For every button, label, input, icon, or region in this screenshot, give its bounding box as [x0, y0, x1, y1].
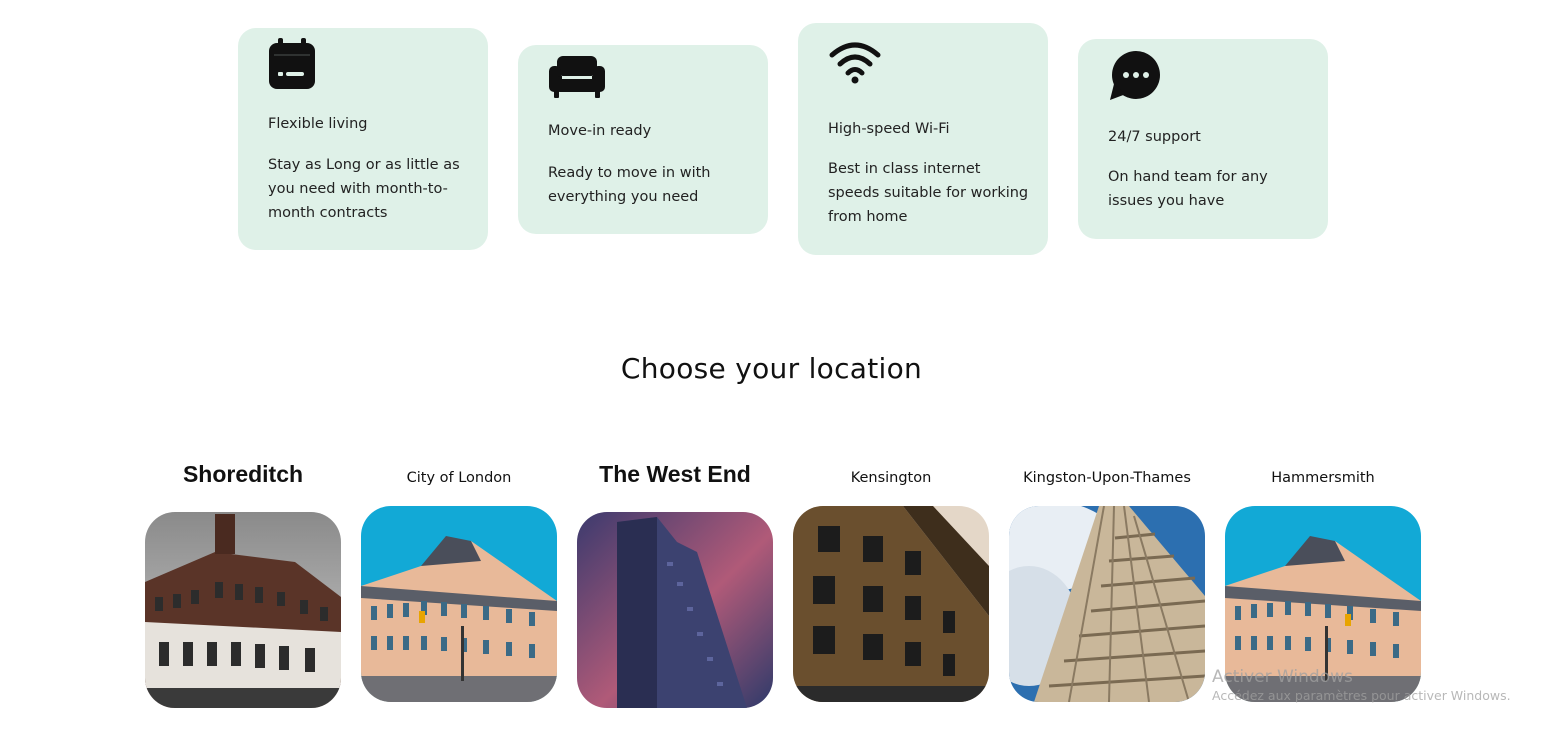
- feature-title: Flexible living: [268, 116, 368, 132]
- section-heading: Choose your location: [620, 352, 923, 385]
- calendar-icon: [268, 38, 316, 94]
- feature-card-flexible-living: Flexible living Stay as Long or as littl…: [238, 28, 488, 250]
- feature-card-move-in-ready: Move-in ready Ready to move in with ever…: [518, 45, 768, 234]
- sofa-icon: [548, 54, 606, 102]
- feature-title: 24/7 support: [1108, 129, 1201, 145]
- wifi-icon: [828, 41, 882, 89]
- watermark-subtitle: Accédez aux paramètres pour activer Wind…: [1212, 688, 1511, 703]
- feature-description: On hand team for any issues you have: [1108, 169, 1268, 209]
- feature-card-support: 24/7 support On hand team for any issues…: [1078, 39, 1328, 239]
- location-photo[interactable]: [793, 506, 989, 702]
- chat-bubble-icon: [1108, 50, 1162, 106]
- feature-description: Stay as Long or as little as you need wi…: [268, 157, 460, 221]
- feature-title: High-speed Wi-Fi: [828, 121, 950, 137]
- watermark-title: Activer Windows: [1212, 667, 1353, 687]
- location-photo[interactable]: [145, 512, 341, 708]
- windows-activation-watermark: Activer Windows Accédez aux paramètres p…: [1212, 667, 1511, 703]
- feature-description: Ready to move in with everything you nee…: [548, 165, 711, 205]
- feature-card-wifi: High-speed Wi-Fi Best in class internet …: [798, 23, 1048, 255]
- location-photo[interactable]: [361, 506, 557, 702]
- location-name[interactable]: Hammersmith: [1195, 470, 1451, 486]
- location-photo[interactable]: [1009, 506, 1205, 702]
- location-photo[interactable]: [577, 512, 773, 708]
- feature-title: Move-in ready: [548, 123, 652, 139]
- feature-description: Best in class internet speeds suitable f…: [828, 161, 1029, 225]
